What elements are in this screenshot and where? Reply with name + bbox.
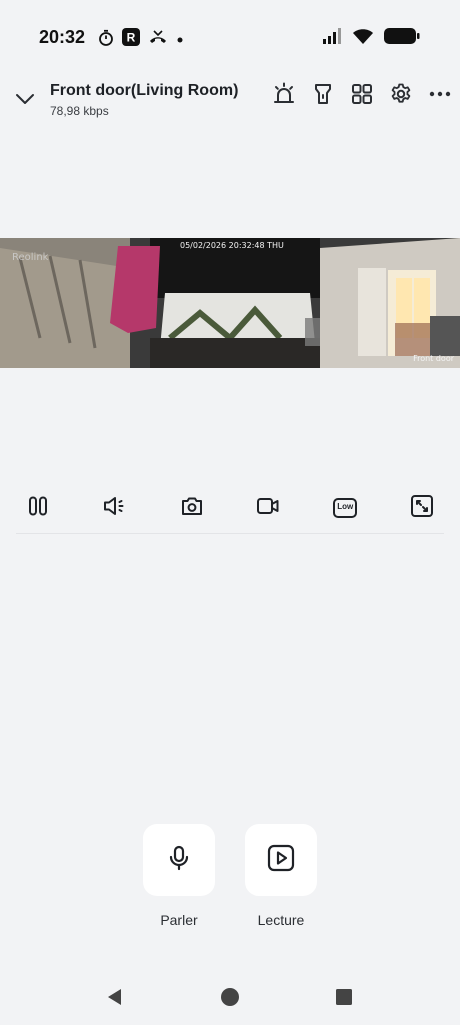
pause-icon bbox=[27, 495, 49, 522]
wifi-icon bbox=[352, 28, 374, 50]
fullscreen-button[interactable] bbox=[400, 492, 444, 524]
playback-icon bbox=[266, 843, 296, 878]
siren-icon bbox=[272, 82, 296, 111]
pause-button[interactable] bbox=[16, 492, 60, 524]
status-left-icons: R bbox=[98, 28, 184, 51]
status-bar: 20:32 R bbox=[0, 0, 460, 70]
mute-button[interactable] bbox=[93, 492, 137, 524]
talk-button[interactable]: Parler bbox=[143, 824, 215, 928]
camera-header: Front door(Living Room) 78,98 kbps bbox=[0, 76, 460, 126]
playback-label: Lecture bbox=[257, 912, 305, 928]
nav-recents-button[interactable] bbox=[332, 987, 356, 1011]
bitrate-readout: 78,98 kbps bbox=[50, 104, 109, 118]
talk-label: Parler bbox=[160, 912, 198, 928]
quality-toggle[interactable]: Low bbox=[323, 492, 367, 524]
chevron-down-icon[interactable] bbox=[14, 88, 36, 110]
quality-low-icon: Low bbox=[333, 498, 358, 518]
camera-title[interactable]: Front door(Living Room) bbox=[50, 82, 238, 100]
video-frame-image bbox=[0, 238, 460, 368]
header-actions bbox=[271, 82, 452, 111]
status-time: 20:32 bbox=[39, 27, 86, 47]
recents-icon bbox=[334, 987, 354, 1012]
controls-divider bbox=[16, 533, 444, 534]
home-icon bbox=[220, 987, 240, 1012]
record-button[interactable] bbox=[246, 492, 290, 524]
settings-icon bbox=[389, 82, 413, 111]
nav-home-button[interactable] bbox=[218, 987, 242, 1011]
floodlight-icon bbox=[312, 82, 334, 111]
back-icon bbox=[105, 987, 125, 1012]
svg-text:R: R bbox=[127, 31, 136, 45]
snapshot-button[interactable] bbox=[170, 492, 214, 524]
more-button[interactable] bbox=[427, 84, 452, 109]
dot-icon bbox=[176, 31, 184, 49]
record-icon bbox=[256, 495, 280, 522]
snapshot-icon bbox=[180, 495, 204, 522]
quality-label: Low bbox=[337, 502, 354, 511]
system-navigation-bar bbox=[0, 985, 460, 1013]
settings-button[interactable] bbox=[388, 82, 413, 111]
floodlight-button[interactable] bbox=[310, 84, 335, 109]
battery-icon bbox=[384, 27, 420, 50]
live-controls: Low bbox=[16, 492, 444, 524]
microphone-icon bbox=[165, 844, 193, 877]
more-icon bbox=[428, 82, 452, 111]
grid-icon bbox=[350, 82, 374, 111]
siren-button[interactable] bbox=[271, 82, 296, 111]
missed-call-icon bbox=[148, 29, 168, 50]
live-video-feed[interactable]: Reolink 05/02/2026 20:32:48 THU Front do… bbox=[0, 238, 460, 368]
app-r-icon: R bbox=[122, 28, 140, 51]
playback-button[interactable]: Lecture bbox=[245, 824, 317, 928]
nav-back-button[interactable] bbox=[103, 987, 127, 1011]
speaker-icon bbox=[102, 495, 128, 522]
grid-view-button[interactable] bbox=[349, 84, 374, 109]
video-camera-label: Front door bbox=[413, 354, 454, 363]
bottom-actions: Parler Lecture bbox=[143, 824, 317, 928]
playback-button-box[interactable] bbox=[245, 824, 317, 896]
status-right-icons bbox=[322, 27, 420, 50]
talk-button-box[interactable] bbox=[143, 824, 215, 896]
fullscreen-icon bbox=[410, 494, 434, 523]
video-brand-watermark: Reolink bbox=[12, 252, 49, 263]
signal-icon bbox=[322, 28, 342, 49]
video-timestamp: 05/02/2026 20:32:48 THU bbox=[180, 241, 284, 250]
stopwatch-icon bbox=[98, 29, 114, 51]
